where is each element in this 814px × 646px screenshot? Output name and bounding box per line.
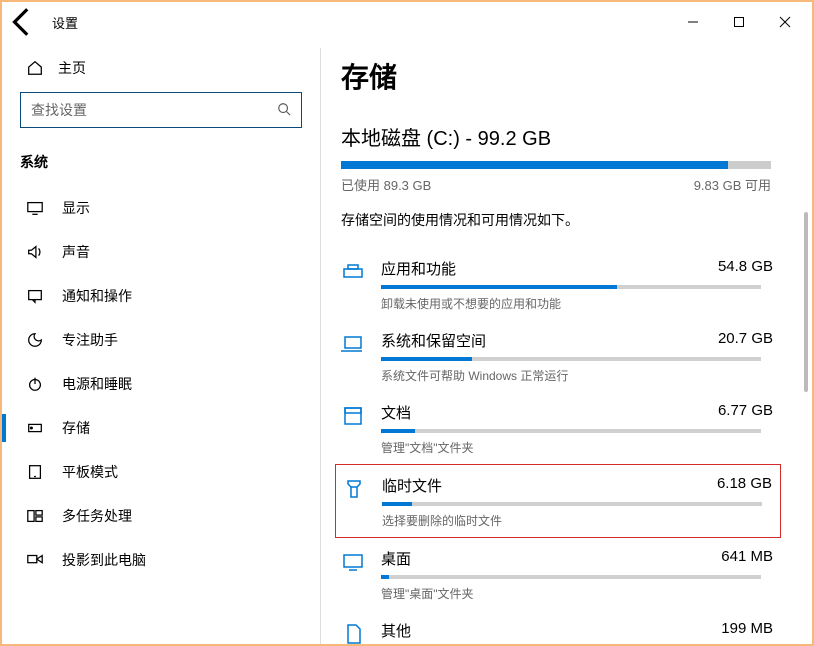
category-bar-fill — [382, 502, 412, 506]
window-buttons — [670, 6, 808, 38]
disk-title: 本地磁盘 (C:) - 99.2 GB — [341, 122, 812, 151]
back-button[interactable] — [6, 5, 40, 39]
category-bar-fill — [381, 357, 472, 361]
system-icon — [341, 332, 365, 356]
sidebar-item-storage[interactable]: 存储 — [2, 406, 320, 450]
home-icon — [26, 59, 44, 77]
category-title: 其他 — [381, 620, 411, 641]
documents-icon — [341, 404, 365, 428]
category-documents[interactable]: 文档 6.77 GB 管理"文档"文件夹 — [341, 392, 781, 464]
maximize-button[interactable] — [716, 6, 762, 38]
desktop-icon — [341, 550, 365, 574]
category-sub: 管理"文档"文件夹 — [381, 439, 773, 456]
sidebar-item-label: 多任务处理 — [62, 506, 132, 526]
sidebar-item-focus[interactable]: 专注助手 — [2, 318, 320, 362]
power-icon — [26, 375, 44, 393]
category-bar-fill — [381, 285, 617, 289]
category-desktop[interactable]: 桌面 641 MB 管理"桌面"文件夹 — [341, 538, 781, 610]
sidebar-item-label: 声音 — [62, 242, 90, 262]
category-sub: 选择要删除的临时文件 — [382, 512, 772, 529]
page-title: 存储 — [341, 56, 812, 96]
sidebar-section-title: 系统 — [2, 142, 320, 186]
sidebar-item-tablet[interactable]: 平板模式 — [2, 450, 320, 494]
titlebar: 设置 — [2, 2, 812, 42]
sidebar-item-label: 平板模式 — [62, 462, 118, 482]
category-title: 桌面 — [381, 548, 411, 569]
notifications-icon — [26, 287, 44, 305]
category-title: 应用和功能 — [381, 258, 456, 279]
disk-usage-fill — [341, 161, 728, 169]
tablet-icon — [26, 463, 44, 481]
category-size: 6.18 GB — [717, 475, 772, 496]
sound-icon — [26, 243, 44, 261]
category-title: 临时文件 — [382, 475, 442, 496]
sidebar-item-label: 电源和睡眠 — [62, 374, 132, 394]
category-bar — [381, 285, 761, 289]
sidebar-item-project[interactable]: 投影到此电脑 — [2, 538, 320, 582]
disk-used-text: 已使用 89.3 GB — [341, 175, 431, 194]
sidebar-item-notifications[interactable]: 通知和操作 — [2, 274, 320, 318]
category-title: 系统和保留空间 — [381, 330, 486, 351]
category-system[interactable]: 系统和保留空间 20.7 GB 系统文件可帮助 Windows 正常运行 — [341, 320, 781, 392]
apps-icon — [341, 260, 365, 284]
category-bar-fill — [381, 429, 415, 433]
category-temp[interactable]: 临时文件 6.18 GB 选择要删除的临时文件 — [335, 464, 781, 538]
project-icon — [26, 551, 44, 569]
close-button[interactable] — [762, 6, 808, 38]
category-size: 6.77 GB — [718, 402, 773, 423]
sidebar-item-power[interactable]: 电源和睡眠 — [2, 362, 320, 406]
category-size: 54.8 GB — [718, 258, 773, 279]
category-apps[interactable]: 应用和功能 54.8 GB 卸载未使用或不想要的应用和功能 — [341, 248, 781, 320]
category-bar — [381, 429, 761, 433]
category-bar — [382, 502, 762, 506]
category-bar-fill — [381, 575, 389, 579]
category-bar — [381, 357, 761, 361]
category-bar — [381, 575, 761, 579]
search-placeholder: 查找设置 — [31, 100, 87, 120]
search-input[interactable]: 查找设置 — [20, 92, 302, 128]
scrollbar[interactable] — [804, 212, 808, 392]
storage-categories: 应用和功能 54.8 GB 卸载未使用或不想要的应用和功能系统和保留空间 20.7 G… — [341, 248, 781, 644]
sidebar-item-label: 通知和操作 — [62, 286, 132, 306]
disk-free-text: 9.83 GB 可用 — [694, 175, 771, 194]
settings-window: 设置 主页 查找设置 — [0, 0, 814, 646]
category-size: 199 MB — [721, 620, 773, 641]
sidebar-item-label: 显示 — [62, 198, 90, 218]
sidebar-home-label: 主页 — [58, 58, 86, 78]
sidebar-item-multitask[interactable]: 多任务处理 — [2, 494, 320, 538]
minimize-button[interactable] — [670, 6, 716, 38]
temp-icon — [342, 477, 366, 501]
disk-usage-bar — [341, 161, 771, 169]
other-icon — [341, 622, 365, 644]
search-icon — [277, 102, 291, 119]
category-title: 文档 — [381, 402, 411, 423]
sidebar: 主页 查找设置 系统 显示 声音 通知和操作 — [2, 42, 320, 644]
category-sub: 系统文件可帮助 Windows 正常运行 — [381, 367, 773, 384]
category-size: 20.7 GB — [718, 330, 773, 351]
focus-icon — [26, 331, 44, 349]
sidebar-item-label: 存储 — [62, 418, 90, 438]
storage-description: 存储空间的使用情况和可用情况如下。 — [341, 210, 812, 230]
sidebar-item-label: 专注助手 — [62, 330, 118, 350]
category-sub: 管理"桌面"文件夹 — [381, 585, 773, 602]
multitask-icon — [26, 507, 44, 525]
sidebar-item-display[interactable]: 显示 — [2, 186, 320, 230]
sidebar-item-sound[interactable]: 声音 — [2, 230, 320, 274]
category-sub: 卸载未使用或不想要的应用和功能 — [381, 295, 773, 312]
storage-icon — [26, 419, 44, 437]
category-other[interactable]: 其他 199 MB — [341, 610, 781, 644]
category-size: 641 MB — [721, 548, 773, 569]
sidebar-home[interactable]: 主页 — [2, 48, 320, 88]
main-content: 存储 本地磁盘 (C:) - 99.2 GB 已使用 89.3 GB 9.83 … — [321, 42, 812, 644]
sidebar-item-label: 投影到此电脑 — [62, 550, 146, 570]
display-icon — [26, 199, 44, 217]
window-title: 设置 — [52, 13, 78, 32]
